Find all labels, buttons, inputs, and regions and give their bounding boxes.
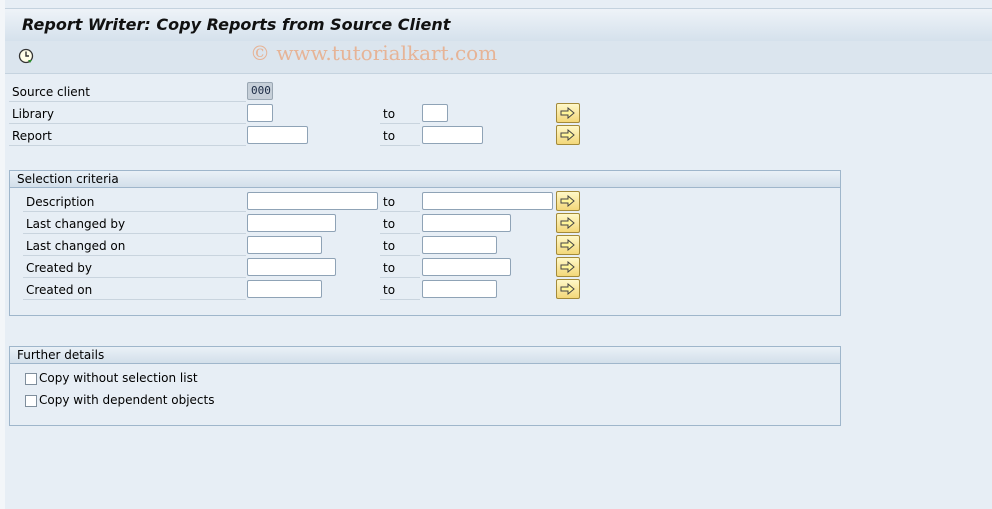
execute-clock-icon[interactable] <box>17 47 35 65</box>
arrow-right-icon <box>560 217 575 229</box>
description-label: Description <box>26 195 95 209</box>
library-to-input[interactable] <box>422 104 448 122</box>
last-changed-by-from-input[interactable] <box>247 214 336 232</box>
last-changed-by-underline <box>23 233 246 234</box>
description-underline <box>23 211 246 212</box>
application-toolbar: © www.tutorialkart.com <box>5 41 992 74</box>
created-by-to-underline <box>380 277 420 278</box>
report-from-input[interactable] <box>247 126 308 144</box>
report-to-underline <box>380 145 420 146</box>
created-on-label: Created on <box>26 283 93 297</box>
report-to-input[interactable] <box>422 126 483 144</box>
last-changed-by-to-underline <box>380 233 420 234</box>
last-changed-by-to-input[interactable] <box>422 214 511 232</box>
source-client-label: Source client <box>12 85 90 99</box>
created-by-to-input[interactable] <box>422 258 511 276</box>
copy-without-selection-list-label: Copy without selection list <box>39 371 198 385</box>
library-to-label: to <box>383 107 396 121</box>
further-details-group: Further details <box>9 346 841 426</box>
arrow-right-icon <box>560 283 575 295</box>
further-details-title: Further details <box>17 348 105 362</box>
report-underline <box>9 145 246 146</box>
report-multiple-selection-button[interactable] <box>556 125 580 145</box>
last-changed-by-label: Last changed by <box>26 217 126 231</box>
last-changed-on-to-input[interactable] <box>422 236 497 254</box>
copy-without-selection-list-checkbox[interactable] <box>25 373 37 385</box>
report-label: Report <box>12 129 52 143</box>
library-from-input[interactable] <box>247 104 273 122</box>
report-to-label: to <box>383 129 396 143</box>
watermark: © www.tutorialkart.com <box>250 41 498 65</box>
created-by-to-label: to <box>383 261 396 275</box>
copy-with-dependent-objects-checkbox[interactable] <box>25 395 37 407</box>
description-to-input[interactable] <box>422 192 553 210</box>
last-changed-on-multiple-selection-button[interactable] <box>556 235 580 255</box>
library-to-underline <box>380 123 420 124</box>
library-underline <box>9 123 246 124</box>
last-changed-on-to-underline <box>380 255 420 256</box>
selection-criteria-header: Selection criteria <box>10 171 840 188</box>
last-changed-by-multiple-selection-button[interactable] <box>556 213 580 233</box>
created-on-to-input[interactable] <box>422 280 497 298</box>
arrow-right-icon <box>560 261 575 273</box>
further-details-header: Further details <box>10 347 840 364</box>
source-client-underline <box>9 101 246 102</box>
description-to-label: to <box>383 195 396 209</box>
description-to-underline <box>380 211 420 212</box>
page-edge <box>0 0 5 509</box>
last-changed-on-to-label: to <box>383 239 396 253</box>
copy-with-dependent-objects-label: Copy with dependent objects <box>39 393 215 407</box>
last-changed-on-label: Last changed on <box>26 239 126 253</box>
last-changed-on-from-input[interactable] <box>247 236 322 254</box>
arrow-right-icon <box>560 107 575 119</box>
arrow-right-icon <box>560 239 575 251</box>
created-on-to-underline <box>380 299 420 300</box>
created-on-from-input[interactable] <box>247 280 322 298</box>
page-title: Report Writer: Copy Reports from Source … <box>22 15 451 34</box>
created-by-label: Created by <box>26 261 93 275</box>
arrow-right-icon <box>560 129 575 141</box>
arrow-right-icon <box>560 195 575 207</box>
title-bar: Report Writer: Copy Reports from Source … <box>5 8 992 42</box>
created-by-underline <box>23 277 246 278</box>
library-label: Library <box>12 107 54 121</box>
library-multiple-selection-button[interactable] <box>556 103 580 123</box>
source-client-field: 000 <box>247 82 273 100</box>
description-from-input[interactable] <box>247 192 378 210</box>
created-on-underline <box>23 299 246 300</box>
created-by-from-input[interactable] <box>247 258 336 276</box>
created-by-multiple-selection-button[interactable] <box>556 257 580 277</box>
description-multiple-selection-button[interactable] <box>556 191 580 211</box>
selection-criteria-title: Selection criteria <box>17 172 119 186</box>
created-on-to-label: to <box>383 283 396 297</box>
last-changed-by-to-label: to <box>383 217 396 231</box>
last-changed-on-underline <box>23 255 246 256</box>
created-on-multiple-selection-button[interactable] <box>556 279 580 299</box>
